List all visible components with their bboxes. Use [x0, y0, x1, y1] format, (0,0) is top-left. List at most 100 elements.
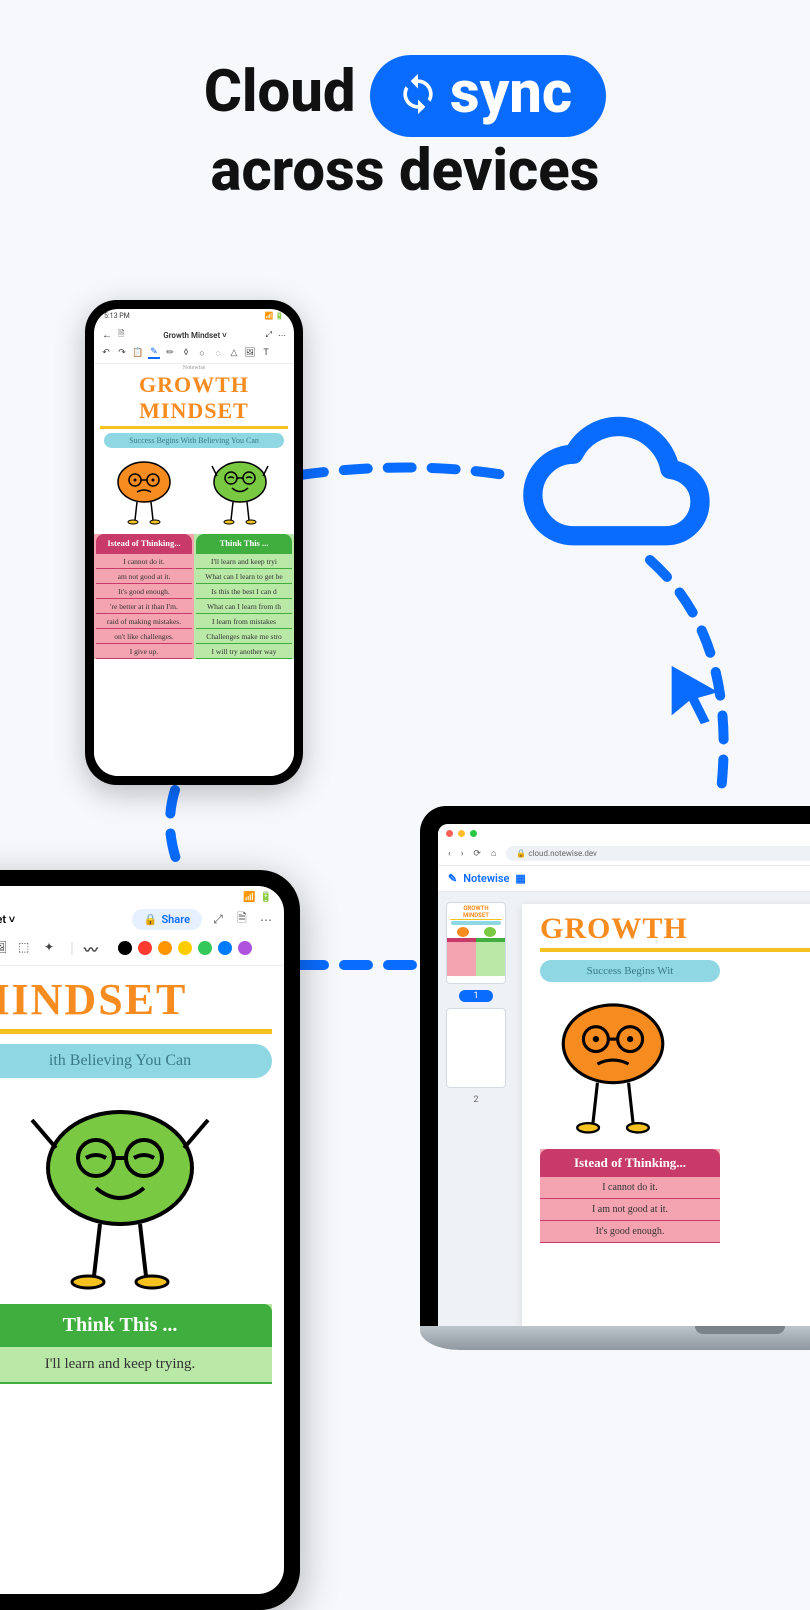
note-title: MINDSET [0, 974, 272, 1034]
list-item: raid of making mistakes. [96, 614, 192, 629]
share-button[interactable]: 🔒 Share [132, 909, 202, 930]
highlighter-icon[interactable]: ◊ [180, 347, 192, 359]
tablet-doc-title[interactable]: mindset ˅ [0, 913, 124, 926]
expand-icon[interactable]: ⤢ [266, 330, 272, 340]
green-column-header: Think This ... [0, 1304, 272, 1347]
nav-back-icon[interactable]: ‹ [448, 849, 451, 859]
green-brain-illustration [205, 456, 275, 526]
laptop-mockup: ‹ › ⟳ ⌂ 🔒 cloud.notewise.dev ✎ Notewise … [420, 806, 810, 1350]
color-swatch[interactable] [238, 941, 252, 955]
list-item: on't like challenges. [96, 629, 192, 644]
list-item: I cannot do it. [96, 554, 192, 569]
tablet-app-header: mindset ˅ 🔒 Share ⤢ 🗎 ⋯ [0, 905, 284, 934]
orange-brain-illustration [113, 456, 175, 526]
back-icon[interactable]: ← [102, 330, 112, 341]
laptop-base [420, 1326, 810, 1350]
text-icon[interactable]: T [260, 347, 272, 359]
pink-column-header: Istead of Thinking... [540, 1149, 720, 1177]
tablet-status-bar: 📶🔋 [0, 886, 284, 905]
phone-note-canvas[interactable]: Notewise GROWTH MINDSET Success Begins W… [94, 364, 294, 776]
color-swatch[interactable] [218, 941, 232, 955]
list-item: I'll learn and keep trying. [0, 1347, 272, 1384]
color-swatch[interactable] [118, 941, 132, 955]
headline-word-cloud: Cloud [204, 58, 356, 126]
shape-icon[interactable]: △ [228, 347, 240, 359]
list-item: It's good enough. [96, 584, 192, 599]
redo-icon[interactable]: ↷ [116, 347, 128, 359]
webapp-brand[interactable]: Notewise [463, 872, 509, 885]
thumbnail-number: 2 [459, 1094, 492, 1106]
sync-icon [396, 72, 440, 116]
list-item: 're better at it than I'm. [96, 599, 192, 614]
webapp-header: ✎ Notewise ▦ Growth [438, 866, 810, 892]
browser-address-bar: ‹ › ⟳ ⌂ 🔒 cloud.notewise.dev [438, 842, 810, 866]
tablet-note-canvas[interactable]: MINDSET ith Believing You Can [0, 966, 284, 1594]
minimize-dot-icon[interactable] [458, 830, 465, 837]
cursor-icon [660, 660, 730, 730]
phone-mockup: 5:13 PM 📶🔋 ← 🗎 Growth Mindset ˅ ⤢ ⋯ ↶ ↷ … [85, 300, 303, 785]
note-title: GROWTH [540, 912, 810, 952]
fullscreen-icon[interactable]: ⤢ [210, 912, 226, 928]
list-item: It's good enough. [540, 1221, 720, 1243]
sparkle-icon[interactable]: ✦ [44, 940, 60, 956]
list-item: I cannot do it. [540, 1177, 720, 1199]
page-thumbnail[interactable] [446, 1008, 506, 1088]
image-icon[interactable]: 🖼 [244, 347, 256, 359]
pen-icon[interactable]: ✎ [148, 347, 160, 359]
paste-icon[interactable]: 📋 [132, 347, 144, 359]
reload-icon[interactable]: ⟳ [473, 849, 481, 859]
page-thumbnail[interactable]: GROWTH MINDSET [446, 902, 506, 984]
headline-word-sync: sync [450, 59, 572, 129]
sync-pill: sync [370, 55, 606, 137]
grid-icon[interactable]: ▦ [515, 872, 525, 885]
browser-window-controls [438, 824, 810, 842]
phone-status-bar: 5:13 PM 📶🔋 [94, 309, 294, 325]
note-subtitle: Success Begins Wit [540, 960, 720, 982]
page-icon[interactable]: 🗎 [234, 912, 250, 928]
cloud-icon [500, 405, 720, 555]
url-field[interactable]: 🔒 cloud.notewise.dev [506, 846, 810, 861]
close-dot-icon[interactable] [446, 830, 453, 837]
list-item: am not good at it. [96, 569, 192, 584]
shapes-tool-icon[interactable]: ⬚ [18, 940, 34, 956]
color-swatch[interactable] [198, 941, 212, 955]
list-item: I am not good at it. [540, 1199, 720, 1221]
list-item: I learn from mistakes [196, 614, 292, 629]
thumbnail-number: 1 [459, 990, 492, 1002]
more-icon[interactable]: ⋯ [278, 331, 286, 340]
more-icon[interactable]: ⋯ [258, 912, 274, 928]
color-swatch[interactable] [138, 941, 152, 955]
headline-word-across: across devices [211, 137, 600, 205]
phone-time: 5:13 PM [104, 312, 130, 325]
tablet-mockup: 📶🔋 mindset ˅ 🔒 Share ⤢ 🗎 ⋯ T 🖼 ⬚ ✦ | 〰 [0, 870, 300, 1610]
document-icon[interactable]: 🗎 [118, 328, 124, 342]
zoom-dot-icon[interactable] [470, 830, 477, 837]
marketing-headline: Cloud sync across devices [0, 55, 810, 206]
phone-status-icons: 📶🔋 [263, 312, 284, 325]
note-subtitle: ith Believing You Can [0, 1044, 272, 1078]
lock-icon: 🔒 [144, 913, 158, 926]
phone-green-column: Think This ... I'll learn and keep tryi … [194, 534, 294, 659]
pencil-icon[interactable]: ✏ [164, 347, 176, 359]
phone-pink-column: Istead of Thinking... I cannot do it. am… [94, 534, 194, 659]
pen-logo-icon: ✎ [448, 872, 457, 885]
app-watermark: Notewise [94, 364, 294, 372]
stroke-style-icon[interactable]: 〰 [84, 940, 100, 956]
webapp-note-canvas[interactable]: GROWTH Success Begins Wit [522, 904, 810, 1326]
undo-icon[interactable]: ↶ [100, 347, 112, 359]
color-swatch[interactable] [158, 941, 172, 955]
nav-forward-icon[interactable]: › [461, 849, 464, 859]
lasso-icon[interactable]: ◌ [212, 347, 224, 359]
image-tool-icon[interactable]: 🖼 [0, 940, 8, 956]
note-subtitle: Success Begins With Believing You Can [104, 433, 284, 448]
list-item: What can I learn to get be [196, 569, 292, 584]
list-item: I give up. [96, 644, 192, 659]
eraser-icon[interactable]: ○ [196, 347, 208, 359]
note-title: GROWTH MINDSET [100, 372, 288, 429]
pink-column-header: Istead of Thinking... [96, 534, 192, 554]
green-brain-illustration [0, 1088, 284, 1304]
home-icon[interactable]: ⌂ [491, 848, 496, 859]
phone-doc-title[interactable]: Growth Mindset ˅ [130, 331, 259, 340]
color-swatch[interactable] [178, 941, 192, 955]
tablet-toolbar: T 🖼 ⬚ ✦ | 〰 [0, 934, 284, 966]
